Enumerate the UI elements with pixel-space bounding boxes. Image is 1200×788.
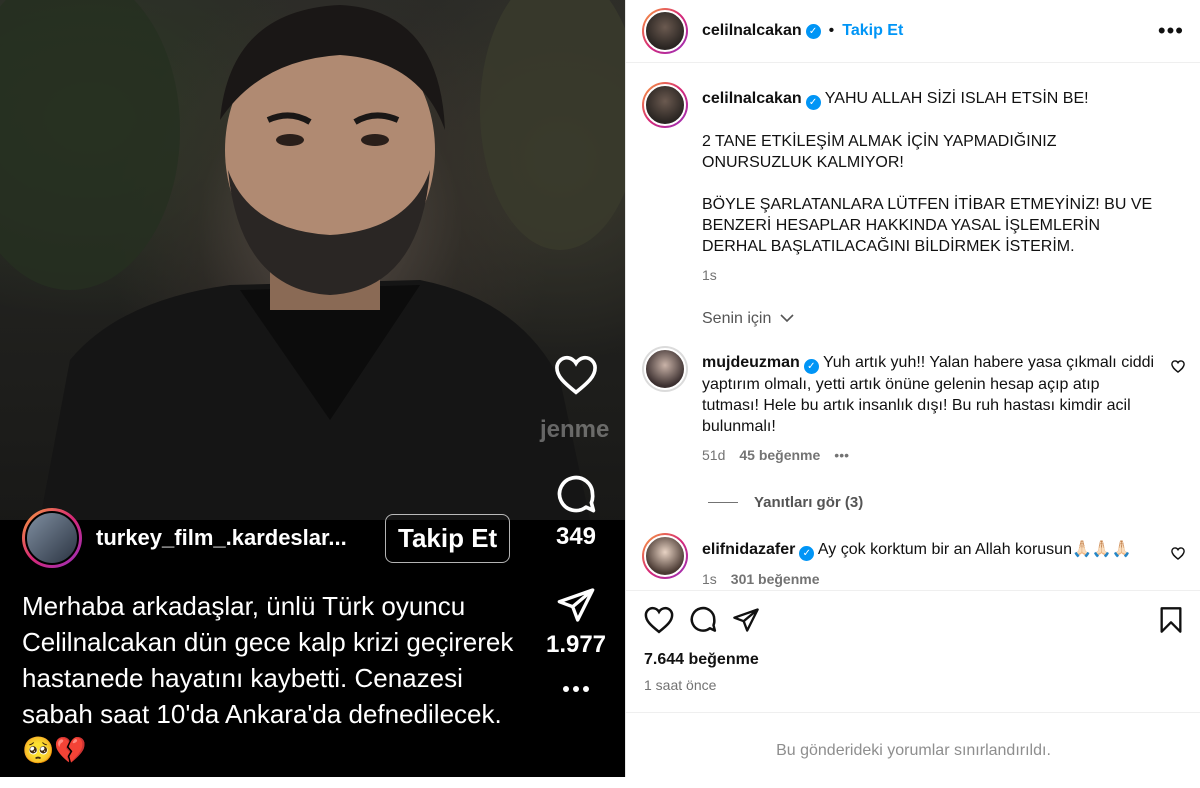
header-follow-button[interactable]: Takip Et [842, 22, 903, 40]
send-icon[interactable] [555, 585, 597, 625]
comments-section[interactable]: celilnalcakan ✓ YAHU ALLAH SİZİ ISLAH ETS… [626, 64, 1200, 590]
more-options-icon[interactable]: ••• [1158, 18, 1184, 44]
comment-time: 1s [702, 571, 717, 587]
reel-username[interactable]: turkey_film_.kardeslar... [96, 525, 364, 551]
comment-more-icon[interactable]: ••• [834, 445, 849, 466]
comment-username[interactable]: elifnidazafer [702, 541, 795, 558]
reel-like[interactable] [554, 355, 598, 395]
more-icon[interactable] [561, 683, 591, 695]
reel-video-frame [0, 0, 625, 520]
verified-icon: ✓ [799, 546, 815, 561]
reel-share[interactable]: 1.977 [546, 585, 606, 659]
like-heart-icon[interactable] [644, 606, 674, 634]
caption-avatar[interactable] [642, 82, 688, 128]
heart-icon[interactable] [554, 355, 598, 395]
reel-more[interactable] [561, 683, 591, 695]
reel-author[interactable]: turkey_film_.kardeslar... [22, 508, 364, 568]
post-actions: 7.644 beğenme 1 saat önce [626, 590, 1200, 710]
comment-filter[interactable]: Senin için [626, 310, 1200, 328]
comment-username[interactable]: mujdeuzman [702, 354, 800, 371]
share-count: 1.977 [545, 631, 607, 658]
share-icon[interactable] [732, 606, 760, 634]
verified-icon: ✓ [803, 359, 819, 374]
comment-likes[interactable]: 45 beğenme [739, 445, 820, 466]
heart-icon[interactable] [1171, 360, 1185, 373]
comment-avatar[interactable] [642, 533, 688, 579]
bookmark-icon[interactable] [1159, 606, 1183, 634]
caption-username[interactable]: celilnalcakan [702, 90, 802, 107]
comment-likes[interactable]: 301 beğenme [731, 569, 820, 590]
heart-icon[interactable] [1171, 547, 1185, 560]
comment-text: Ay çok korktum bir an Allah korusun🙏🏻🙏🏻🙏… [817, 541, 1132, 558]
reel-actions: 349 1.977 [540, 355, 612, 695]
comment-count: 349 [555, 523, 597, 550]
post-caption: celilnalcakan ✓ YAHU ALLAH SİZİ ISLAH ETS… [626, 82, 1200, 286]
comment-time: 51d [702, 447, 726, 463]
comment-avatar[interactable] [642, 346, 688, 392]
reel-avatar[interactable] [22, 508, 82, 568]
header-avatar[interactable] [642, 8, 688, 54]
caption-time: 1s [702, 267, 717, 283]
header-separator: • [828, 22, 835, 39]
post-header: celilnalcakan ✓ • Takip Et ••• [626, 0, 1200, 63]
replies-divider [708, 502, 738, 503]
reel-panel[interactable]: jenme turkey_film_.kardeslar... Takip Et… [0, 0, 625, 777]
post-time: 1 saat önce [644, 677, 717, 693]
view-replies-button[interactable]: Yanıtları gör (3) [626, 494, 1200, 511]
reel-comment[interactable]: 349 [554, 473, 598, 551]
caption-text-3: BÖYLE ŞARLATANLARA LÜTFEN İTİBAR ETMEYİN… [702, 196, 1153, 255]
comment-icon[interactable] [688, 605, 718, 635]
caption-text-1: YAHU ALLAH SİZİ ISLAH ETSİN BE! [824, 90, 1089, 107]
caption-text-2: 2 TANE ETKİLEŞİM ALMAK İÇİN YAPMADIĞINIZ… [702, 133, 1057, 171]
verified-icon: ✓ [805, 95, 821, 110]
comment-icon[interactable] [554, 473, 598, 517]
chevron-down-icon[interactable] [780, 313, 794, 323]
header-username[interactable]: celilnalcakan [702, 22, 802, 40]
verified-icon: ✓ [805, 23, 821, 39]
post-panel: celilnalcakan ✓ • Takip Et ••• celilnalc… [625, 0, 1200, 777]
comments-restricted-notice: Bu gönderideki yorumlar sınırlandırıldı. [626, 712, 1200, 777]
view-replies-label[interactable]: Yanıtları gör (3) [754, 494, 863, 511]
like-count[interactable]: 7.644 beğenme [644, 651, 1183, 669]
reel-caption: Merhaba arkadaşlar, ünlü Türk oyuncu Cel… [22, 591, 514, 765]
comment-item: mujdeuzman ✓ Yuh artık yuh!! Yalan habere… [626, 346, 1200, 466]
reel-follow-button[interactable]: Takip Et [385, 514, 511, 563]
comment-item: elifnidazafer ✓ Ay çok korktum bir an All… [626, 533, 1200, 590]
comment-filter-label[interactable]: Senin için [702, 310, 771, 327]
